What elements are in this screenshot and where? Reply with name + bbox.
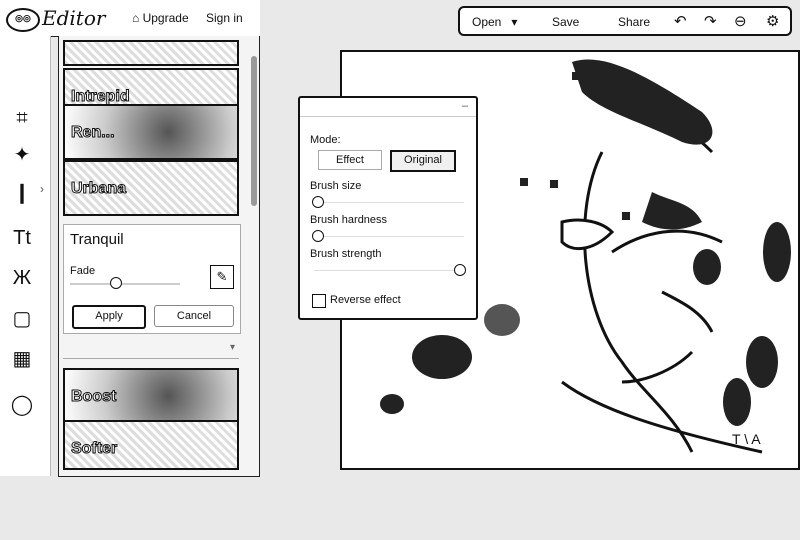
effect-thumb-partial[interactable]	[63, 40, 239, 66]
sign-in-link[interactable]: Sign in	[206, 11, 243, 25]
brush-strength-slider[interactable]	[314, 270, 464, 271]
crop-icon[interactable]: ⌗	[8, 104, 36, 132]
svg-text:T \ A: T \ A	[732, 431, 761, 447]
apply-button[interactable]: Apply	[72, 305, 146, 329]
mode-original-button[interactable]: Original	[390, 150, 456, 172]
frame-icon[interactable]: ▢	[8, 304, 36, 332]
app-logo-icon: ◎◎	[6, 8, 40, 32]
brush-size-slider[interactable]	[314, 202, 464, 203]
effect-thumb-label: Softer	[70, 440, 118, 458]
reverse-effect-label: Reverse effect	[330, 294, 401, 306]
effect-thumb-ren[interactable]: Ren...	[63, 104, 239, 160]
dialog-title-bar[interactable]: –	[300, 98, 476, 117]
effects-panel: Intrepid Ren... Urbana Tranquil Fade ✎ A…	[58, 36, 260, 477]
effects-scrollbar[interactable]	[251, 56, 257, 206]
brush-strength-knob[interactable]	[454, 264, 466, 276]
brush-icon: ✎	[216, 269, 228, 284]
mode-label: Mode:	[310, 134, 341, 146]
main-toolbar: Open ▾ Save Share ↶ ↷ ⊖ ⚙	[458, 6, 792, 36]
close-icon[interactable]: –	[462, 100, 468, 112]
app-header: ◎◎ Editor ⌂ Upgrade Sign in	[0, 0, 260, 37]
apple-icon[interactable]: ◯	[8, 390, 36, 418]
brush-hardness-slider[interactable]	[314, 236, 464, 237]
chevron-down-icon: ▾	[229, 342, 235, 353]
redo-icon[interactable]: ↷	[704, 12, 717, 30]
touch-up-icon[interactable]: ❙	[8, 178, 36, 206]
chevron-down-icon: ▾	[504, 15, 518, 29]
brush-button[interactable]: ✎	[210, 265, 234, 289]
brush-hardness-knob[interactable]	[312, 230, 324, 242]
fade-slider[interactable]	[70, 283, 180, 285]
tool-rail: ⌗ ✦ ❙ Tt Ж ▢ ▦ ◯ ›	[0, 36, 51, 476]
texture-icon[interactable]: ▦	[8, 344, 36, 372]
fade-slider-knob[interactable]	[110, 277, 122, 289]
app-title: Editor	[42, 6, 106, 30]
home-icon: ⌂	[132, 11, 140, 25]
effect-thumb-softer[interactable]: Softer	[63, 420, 239, 470]
text-icon[interactable]: Tt	[8, 224, 36, 252]
brush-size-knob[interactable]	[312, 196, 324, 208]
butterfly-icon[interactable]: Ж	[8, 264, 36, 292]
open-button[interactable]: Open ▾	[472, 15, 517, 29]
save-button[interactable]: Save	[552, 15, 579, 29]
collapse-arrow-icon[interactable]: ›	[40, 182, 44, 196]
share-button[interactable]: Share	[618, 15, 650, 29]
effect-thumb-label: Boost	[70, 388, 117, 406]
brush-strength-label: Brush strength	[310, 248, 382, 260]
effect-thumb-label: Urbana	[70, 180, 127, 198]
effect-category-dropdown[interactable]: ▾	[63, 342, 239, 359]
effect-thumb-boost[interactable]: Boost	[63, 368, 239, 424]
effect-thumb-urbana[interactable]: Urbana	[63, 160, 239, 216]
cancel-button[interactable]: Cancel	[154, 305, 234, 327]
effect-thumb-label: Ren...	[71, 124, 116, 142]
upgrade-link[interactable]: ⌂ Upgrade	[132, 11, 189, 25]
effect-name: Tranquil	[70, 231, 124, 248]
brush-hardness-label: Brush hardness	[310, 214, 388, 226]
magic-wand-icon[interactable]: ✦	[8, 140, 36, 168]
undo-icon[interactable]: ↶	[674, 12, 687, 30]
gear-icon[interactable]: ⚙	[766, 12, 779, 30]
mode-effect-button[interactable]: Effect	[318, 150, 382, 170]
brush-size-label: Brush size	[310, 180, 362, 192]
open-label: Open	[472, 15, 502, 29]
zoom-icon[interactable]: ⊖	[734, 12, 747, 30]
upgrade-label: Upgrade	[142, 11, 189, 25]
effect-settings: Tranquil Fade ✎ Apply Cancel	[63, 224, 241, 334]
reverse-effect-checkbox[interactable]	[312, 294, 326, 308]
selective-effect-dialog: – Mode: Effect Original Brush size Brush…	[298, 96, 478, 320]
fade-label: Fade	[70, 265, 96, 277]
